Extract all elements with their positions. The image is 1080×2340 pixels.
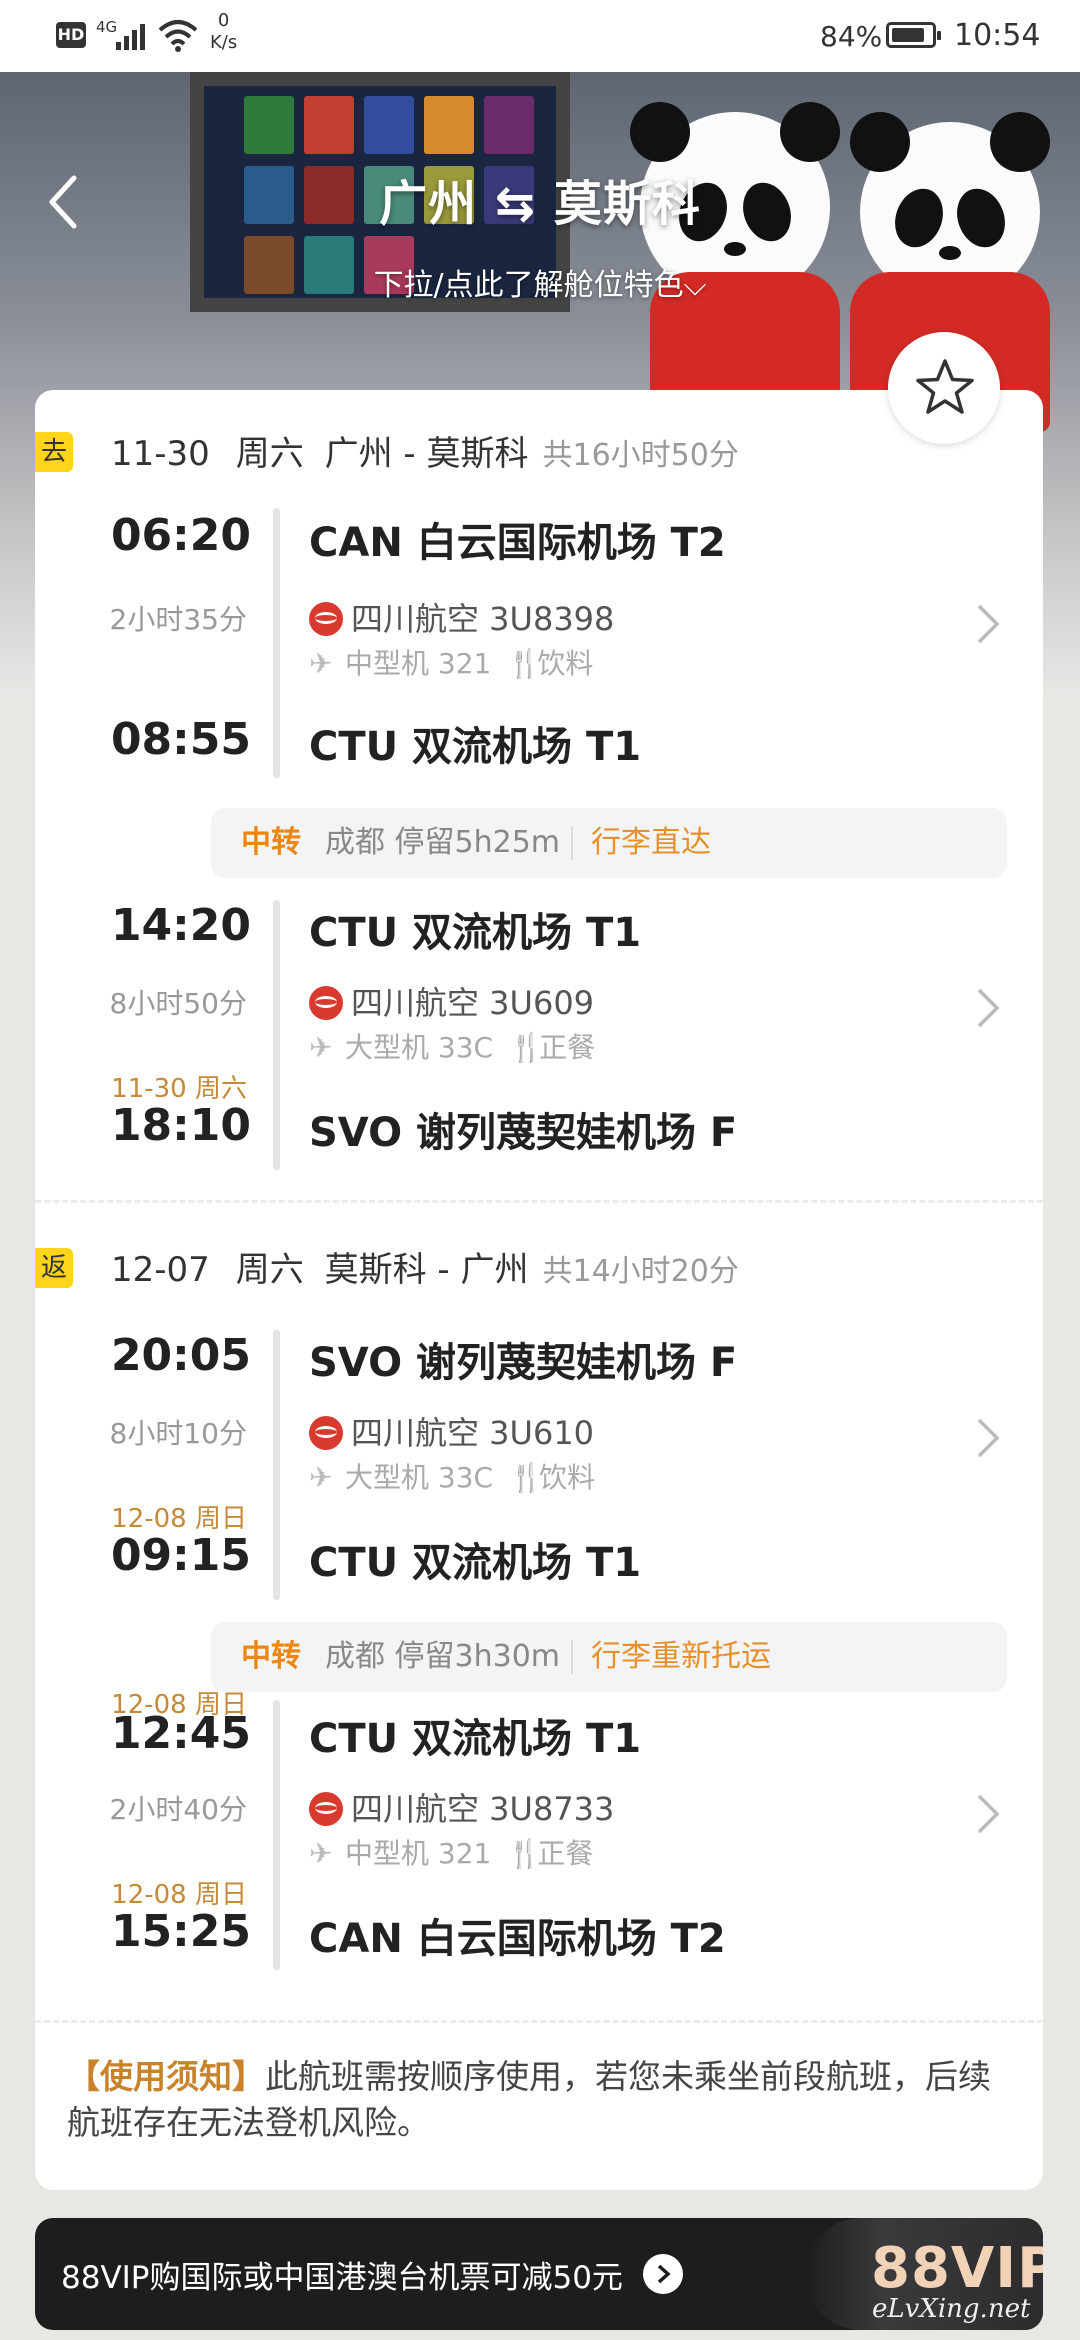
flight-leg[interactable]: 14:20 CTU 双流机场 T1 8小时50分 四川航空 3U609 ✈ 大型机… [35,900,1043,1170]
section-divider [35,2020,1043,2023]
airline-flight: 四川航空 3U8398 [309,594,614,640]
meal-icon: 🍴 [507,647,543,680]
itinerary-card: 去 11-30 周六 广州 - 莫斯科 共16小时50分 06:20 CAN 白云国… [35,390,1043,2190]
sichuan-airlines-logo-icon [309,1792,343,1826]
chevron-right-icon[interactable] [973,602,1003,646]
aircraft-meal-info: ✈ 大型机 33C 🍴正餐 [309,1031,596,1064]
aircraft-meal-info: ✈ 大型机 33C 🍴饮料 [309,1461,596,1494]
transfer-info: 中转 成都 停留5h25m 行李直达 [211,808,1007,878]
flight-leg[interactable]: 20:05 SVO 谢列蔑契娃机场 F 8小时10分 四川航空 3U610 ✈ 大… [35,1330,1043,1600]
vip-promo-text: 88VIP购国际或中国港澳台机票可减50元 [61,2260,623,2296]
watermark: eLvXing.net [872,2294,1031,2324]
star-icon [916,359,974,414]
favorite-button[interactable] [888,332,1000,444]
return-tag: 返 [35,1248,73,1288]
flight-duration: 2小时40分 [109,1793,247,1826]
meal-icon: 🍴 [509,1031,544,1064]
sichuan-airlines-logo-icon [309,602,343,636]
arrival-time: 18:10 [110,1100,251,1151]
chevron-right-icon[interactable] [973,1416,1003,1460]
flight-duration: 8小时10分 [109,1417,247,1450]
airline-flight: 四川航空 3U609 [309,978,594,1024]
outbound-summary: 11-30 周六 广州 - 莫斯科 共16小时50分 [111,434,739,474]
transfer-info: 中转 成都 停留3h30m 行李重新托运 [211,1622,1007,1692]
sichuan-airlines-logo-icon [309,986,343,1020]
battery-percent: 84% [820,20,883,53]
outbound-tag: 去 [35,432,73,472]
network-type: 4G [96,18,118,36]
signal-icon [116,24,145,50]
flight-leg[interactable]: 06:20 CAN 白云国际机场 T2 2小时35分 四川航空 3U8398 ✈… [35,508,1043,778]
arrival-airport: CTU 双流机场 T1 [309,1540,642,1586]
arrival-airport: CTU 双流机场 T1 [309,724,642,770]
chevron-right-icon[interactable] [973,1792,1003,1836]
route-title: 广州 ⇆ 莫斯科 [379,176,701,232]
sichuan-airlines-logo-icon [309,1416,343,1450]
vip-logo: 88VIP [871,2236,1043,2301]
arrival-time: 08:55 [110,714,251,765]
airline-flight: 四川航空 3U8733 [309,1784,614,1830]
plane-icon: ✈ [309,1031,333,1064]
departure-airport: CTU 双流机场 T1 [309,1716,642,1762]
departure-time: 12:45 [110,1708,251,1759]
status-bar: HD 4G 0 K/s 84% 10:54 [0,0,1080,72]
arrival-time: 15:25 [110,1906,251,1957]
return-summary: 12-07 周六 莫斯科 - 广州 共14小时20分 [111,1250,739,1290]
departure-airport: CTU 双流机场 T1 [309,910,642,956]
network-speed: 0 K/s [210,10,238,53]
departure-airport: CAN 白云国际机场 T2 [309,520,726,566]
cabin-info-link[interactable]: 下拉/点此了解舱位特色⌵ [0,260,1080,304]
plane-icon: ✈ [309,647,333,680]
aircraft-meal-info: ✈ 中型机 321 🍴正餐 [309,1837,594,1870]
departure-time: 06:20 [110,510,251,561]
usage-notice: 【使用须知】此航班需按顺序使用，若您未乘坐前段航班，后续航班存在无法登机风险。 [67,2054,1017,2146]
battery-level [892,28,924,42]
aircraft-meal-info: ✈ 中型机 321 🍴饮料 [309,647,594,680]
section-divider [35,1200,1043,1203]
departure-time: 14:20 [110,900,251,951]
return-header: 返 12-07 周六 莫斯科 - 广州 共14小时20分 [35,1236,1043,1296]
departure-airport: SVO 谢列蔑契娃机场 F [309,1340,738,1386]
chevron-right-icon[interactable] [973,986,1003,1030]
airline-flight: 四川航空 3U610 [309,1408,594,1454]
wifi-icon [158,20,198,52]
arrival-airport: CAN 白云国际机场 T2 [309,1916,726,1962]
plane-icon: ✈ [309,1837,333,1870]
notice-label: 【使用须知】 [67,2057,265,2096]
flight-leg[interactable]: 12-08 周日 12:45 CTU 双流机场 T1 2小时40分 四川航空 3… [35,1684,1043,1970]
arrival-time: 09:15 [110,1530,251,1581]
clock: 10:54 [954,18,1041,53]
hd-icon: HD [56,22,86,48]
meal-icon: 🍴 [509,1461,544,1494]
arrival-airport: SVO 谢列蔑契娃机场 F [309,1110,738,1156]
plane-icon: ✈ [309,1461,333,1494]
arrow-right-circle-icon[interactable] [643,2254,683,2294]
flight-duration: 8小时50分 [109,987,247,1020]
flight-duration: 2小时35分 [109,603,247,636]
outbound-header: 去 11-30 周六 广州 - 莫斯科 共16小时50分 [35,420,1043,480]
battery-icon [886,22,941,48]
meal-icon: 🍴 [507,1837,543,1870]
departure-time: 20:05 [110,1330,251,1381]
